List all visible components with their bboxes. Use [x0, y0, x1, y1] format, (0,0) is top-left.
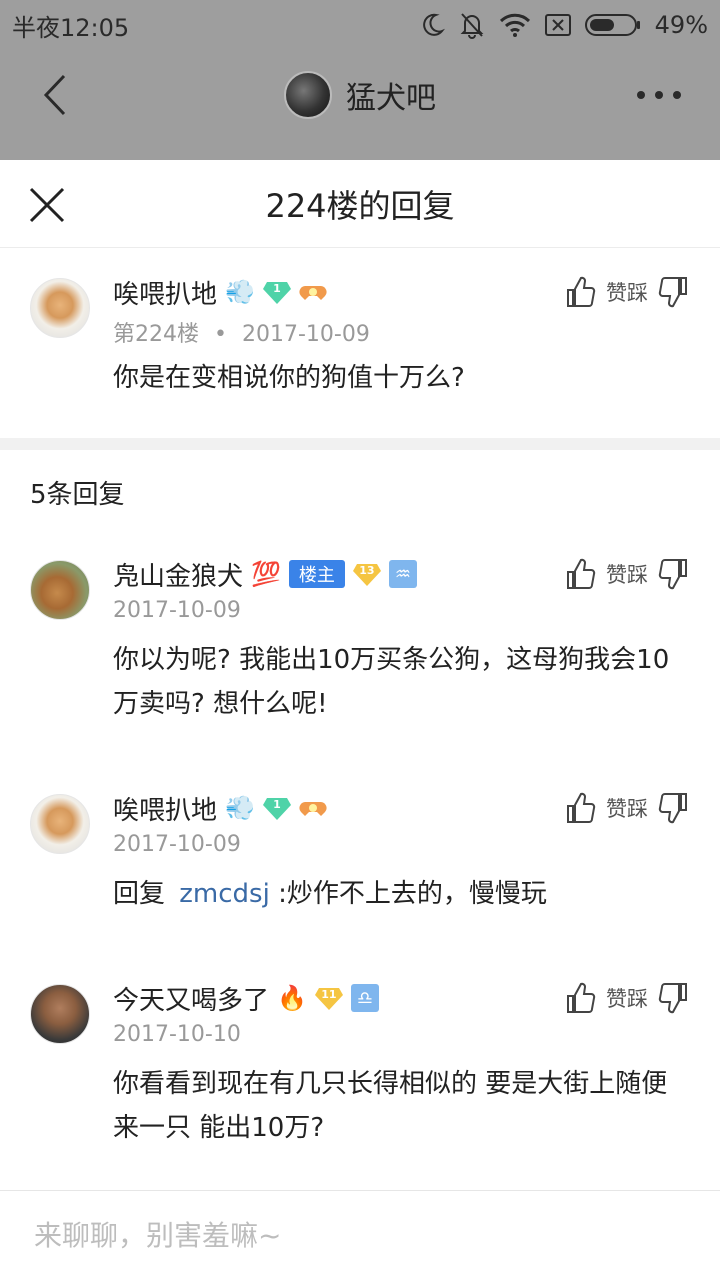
forum-title: 猛犬吧 — [346, 81, 436, 116]
name-emoji: 🔥 — [277, 984, 307, 1012]
reply-item: 凫山金狼犬 💯 楼主 13 ♒ 2017-10-09 你以为呢? 我能出10万买… — [0, 532, 720, 742]
thumbs-up-icon[interactable] — [566, 276, 596, 308]
zodiac-aquarius-icon: ♒ — [388, 560, 417, 588]
avatar[interactable] — [30, 984, 90, 1044]
vote-label: 赞踩 — [606, 797, 648, 821]
name-emoji: 💨 — [225, 278, 255, 306]
reply-content: 你以为呢? 我能出10万买条公狗，这母狗我会10万卖吗? 想什么呢! — [113, 645, 670, 719]
username[interactable]: 唉喂扒地 — [113, 274, 217, 311]
floor-number: 第224楼 — [113, 322, 199, 347]
gamepad-icon — [299, 286, 327, 300]
top-navbar: 猛犬吧 — [0, 50, 720, 140]
reply-content: 回复 zmcdsj :炒作不上去的，慢慢玩 — [113, 872, 680, 916]
thumbs-down-icon[interactable] — [658, 792, 688, 824]
replies-count: 5条回复 — [30, 480, 125, 510]
level-badge: 1 — [262, 280, 291, 304]
post-date: 2017-10-09 — [113, 832, 241, 857]
reply-item: 唉喂扒地 💨 1 2017-10-09 回复 zmcdsj :炒作不上去的，慢慢… — [0, 766, 720, 936]
post-date: 2017-10-09 — [241, 322, 370, 347]
thumbs-down-icon[interactable] — [658, 276, 688, 308]
reply-content: 你看看到现在有几只长得相似的 要是大街上随便来一只 能出10万? — [113, 1069, 668, 1143]
reply-to-user-link[interactable]: zmcdsj — [179, 879, 270, 909]
main-post: 唉喂扒地 💨 1 第224楼 • 2017-10-09 你是在变相说你的狗值十万… — [0, 248, 720, 438]
vote-label: 赞踩 — [606, 987, 648, 1011]
level-number: 11 — [321, 988, 337, 1001]
avatar[interactable] — [30, 560, 90, 620]
wifi-icon — [499, 13, 530, 37]
mute-bell-icon — [460, 13, 484, 39]
vote-label: 赞踩 — [606, 563, 648, 587]
name-emoji: 💯 — [251, 560, 281, 588]
battery-icon — [584, 14, 640, 36]
reply-item: 今天又喝多了 🔥 11 ♎ 2017-10-10 你看看到现在有几只长得相似的 … — [0, 956, 720, 1176]
level-number: 1 — [273, 282, 281, 295]
moon-icon — [422, 13, 445, 36]
comment-input-bar — [0, 1190, 720, 1280]
level-number: 13 — [359, 564, 375, 577]
sim-x-icon — [544, 14, 571, 36]
username[interactable]: 唉喂扒地 — [113, 790, 217, 827]
post-date: 2017-10-09 — [113, 598, 241, 623]
user-line: 唉喂扒地 💨 1 — [113, 274, 327, 310]
user-line: 今天又喝多了 🔥 11 ♎ — [113, 980, 379, 1016]
username[interactable]: 凫山金狼犬 — [113, 556, 243, 593]
vote-label: 赞踩 — [606, 281, 648, 305]
post-date: 2017-10-10 — [113, 1022, 241, 1047]
reply-text: :炒作不上去的，慢慢玩 — [278, 879, 547, 909]
battery-percent: 49% — [654, 11, 708, 39]
status-time: 半夜12:05 — [12, 13, 130, 42]
zodiac-libra-icon: ♎ — [350, 984, 379, 1012]
reply-prefix: 回复 — [113, 879, 166, 909]
level-badge: 11 — [314, 986, 343, 1010]
level-badge: 1 — [262, 796, 291, 820]
vote-controls: 赞踩 — [566, 790, 688, 826]
level-number: 1 — [273, 798, 281, 811]
host-tag: 楼主 — [288, 560, 345, 588]
thumbs-down-icon[interactable] — [658, 558, 688, 590]
username[interactable]: 今天又喝多了 — [113, 980, 269, 1017]
meta-separator: • — [214, 322, 227, 347]
avatar[interactable] — [30, 278, 90, 338]
status-bar: 半夜12:05 49% — [0, 0, 720, 50]
post-content: 你是在变相说你的狗值十万么? — [113, 363, 465, 393]
forum-header[interactable]: 猛犬吧 — [0, 50, 720, 140]
name-emoji: 💨 — [225, 794, 255, 822]
gamepad-icon — [299, 802, 327, 816]
status-icons: 49% — [421, 11, 708, 39]
section-divider — [0, 438, 720, 450]
avatar[interactable] — [30, 794, 90, 854]
thumbs-up-icon[interactable] — [566, 558, 596, 590]
sheet-title: 224楼的回复 — [265, 186, 455, 225]
thumbs-up-icon[interactable] — [566, 982, 596, 1014]
user-line: 凫山金狼犬 💯 楼主 13 ♒ — [113, 556, 417, 592]
forum-avatar — [284, 71, 332, 119]
thumbs-down-icon[interactable] — [658, 982, 688, 1014]
vote-controls: 赞踩 — [566, 274, 688, 310]
user-line: 唉喂扒地 💨 1 — [113, 790, 327, 826]
level-badge: 13 — [352, 562, 381, 586]
vote-controls: 赞踩 — [566, 980, 688, 1016]
reply-sheet-header: 224楼的回复 — [0, 160, 720, 248]
post-meta: 第224楼 • 2017-10-09 — [113, 316, 370, 348]
vote-controls: 赞踩 — [566, 556, 688, 592]
comment-input[interactable] — [34, 1219, 674, 1252]
more-dots-icon[interactable] — [634, 86, 684, 104]
thumbs-up-icon[interactable] — [566, 792, 596, 824]
close-icon[interactable] — [28, 186, 66, 224]
